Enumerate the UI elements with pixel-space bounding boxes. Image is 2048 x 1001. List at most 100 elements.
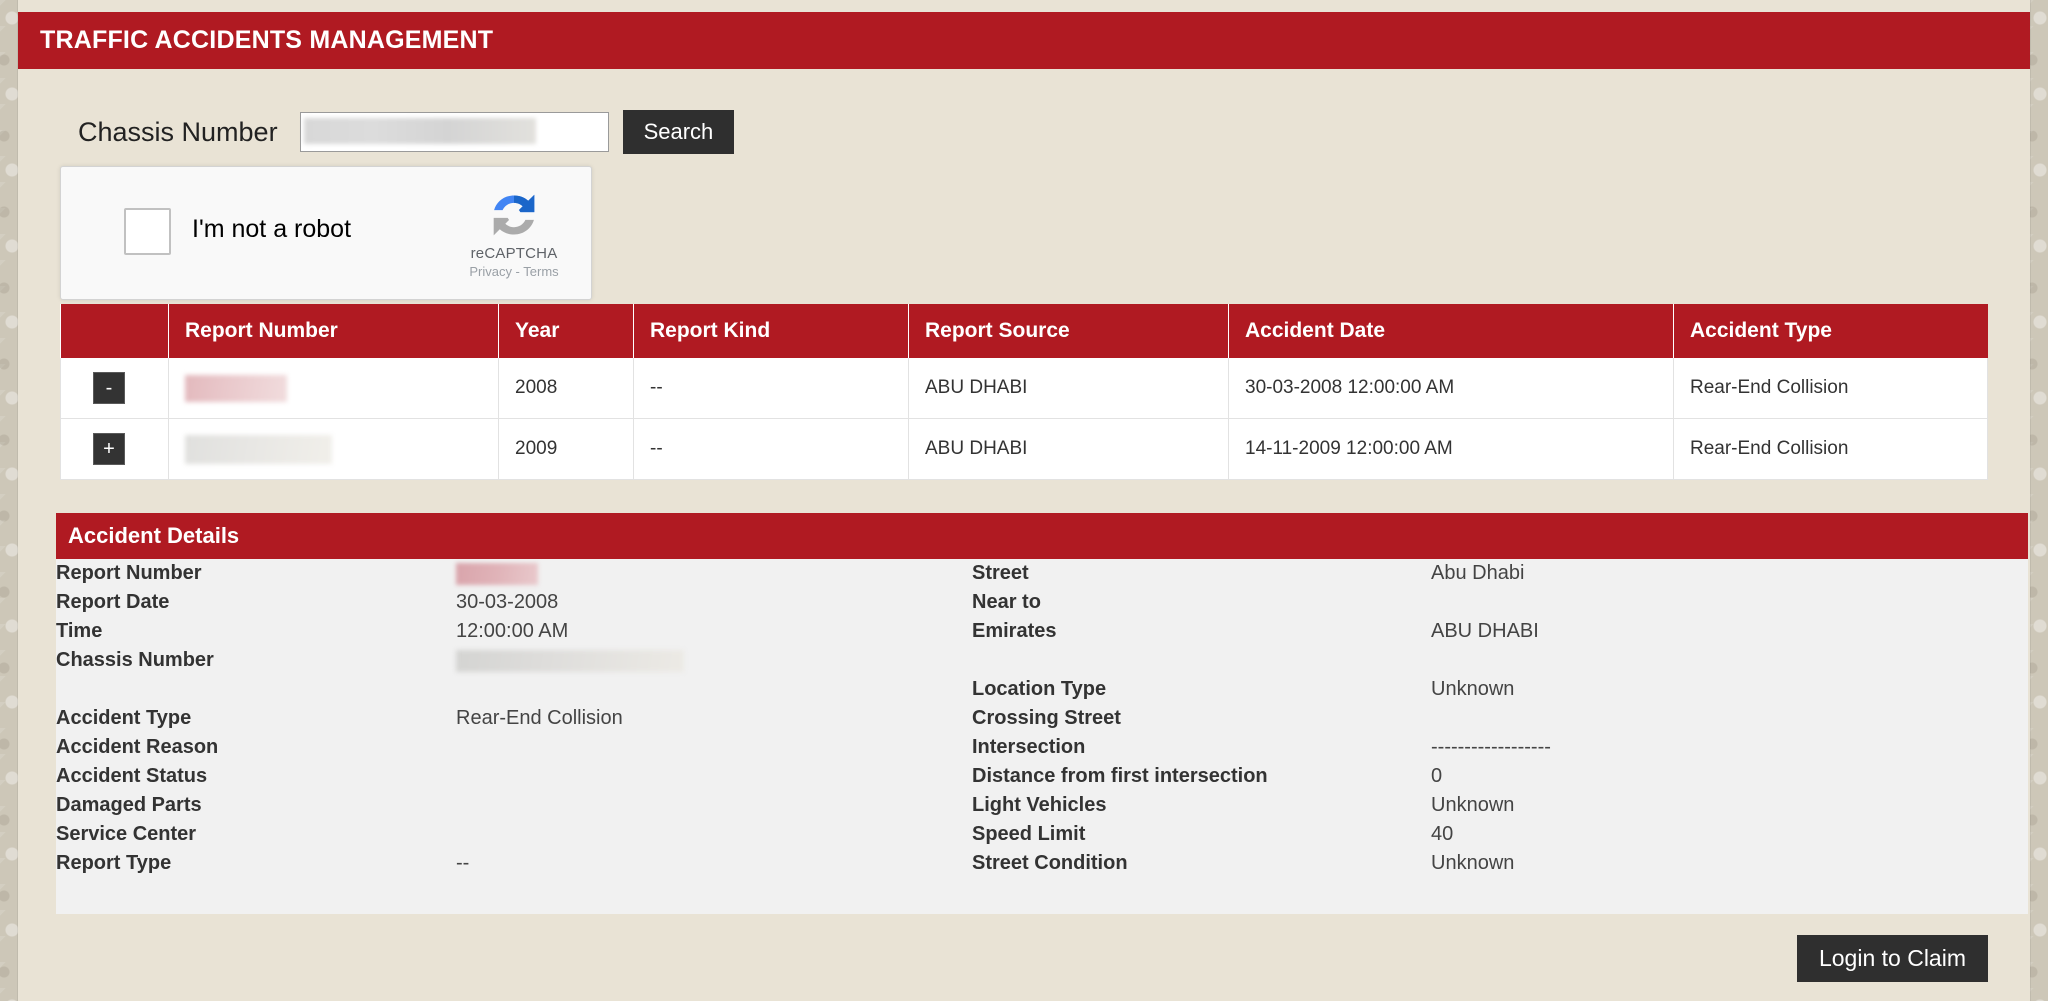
cell-year: 2009: [499, 419, 634, 480]
cell-accident-date: 14-11-2009 12:00:00 AM: [1229, 419, 1674, 480]
column-header-report-source: Report Source: [909, 304, 1229, 358]
detail-row-report-number: Report Number: [56, 559, 961, 588]
recaptcha-widget[interactable]: I'm not a robot reCAPTCHA Privacy - Term…: [60, 166, 592, 300]
column-header-accident-type: Accident Type: [1674, 304, 1988, 358]
detail-label: Light Vehicles: [961, 791, 1106, 820]
detail-row-report-date: Report Date 30-03-2008: [56, 588, 961, 617]
table-row: + 2009 -- ABU DHABI 14-11-2009 12:00:00 …: [61, 419, 1988, 480]
detail-row-time: Time 12:00:00 AM: [56, 617, 961, 646]
chassis-number-input[interactable]: [300, 112, 609, 152]
detail-value: --: [456, 849, 469, 878]
expand-row-button[interactable]: +: [93, 433, 125, 465]
login-to-claim-button[interactable]: Login to Claim: [1797, 935, 1988, 982]
detail-row-near-to: Near to: [961, 588, 2021, 617]
cell-year: 2008: [499, 358, 634, 419]
redacted-chassis-number-value: [456, 650, 684, 672]
cell-report-number: [169, 358, 499, 419]
detail-value: Unknown: [1431, 849, 1514, 878]
detail-row-spacer: [56, 675, 961, 704]
detail-label: Street: [961, 559, 1029, 588]
detail-label: Street Condition: [961, 849, 1128, 878]
detail-row-location-type: Location Type Unknown: [961, 675, 2021, 704]
redacted-report-number: [185, 375, 287, 402]
detail-row-light-vehicles: Light Vehicles Unknown: [961, 791, 2021, 820]
detail-value: ------------------: [1431, 733, 1551, 762]
detail-row-speed-limit: Speed Limit 40: [961, 820, 2021, 849]
detail-value: Abu Dhabi: [1431, 559, 1524, 588]
table-header-row: Report Number Year Report Kind Report So…: [61, 304, 1988, 358]
cell-accident-type: Rear-End Collision: [1674, 419, 1988, 480]
detail-row-accident-status: Accident Status: [56, 762, 961, 791]
accident-results-table: Report Number Year Report Kind Report So…: [60, 304, 1988, 480]
column-header-report-kind: Report Kind: [634, 304, 909, 358]
detail-label: Accident Reason: [56, 733, 218, 762]
cell-report-source: ABU DHABI: [909, 358, 1229, 419]
column-header-year: Year: [499, 304, 634, 358]
cell-accident-type: Rear-End Collision: [1674, 358, 1988, 419]
cell-report-number: [169, 419, 499, 480]
search-row: Chassis Number Search: [78, 110, 734, 154]
detail-row-service-center: Service Center: [56, 820, 961, 849]
detail-row-crossing-street: Crossing Street: [961, 704, 2021, 733]
detail-value: 40: [1431, 820, 1453, 849]
detail-value: ABU DHABI: [1431, 617, 1539, 646]
cell-accident-date: 30-03-2008 12:00:00 AM: [1229, 358, 1674, 419]
detail-label: Accident Status: [56, 762, 207, 791]
detail-row-accident-type: Accident Type Rear-End Collision: [56, 704, 961, 733]
details-left-column: Report Number Report Date 30-03-2008 Tim…: [56, 559, 961, 878]
cell-report-kind: --: [634, 419, 909, 480]
detail-value: Unknown: [1431, 791, 1514, 820]
detail-value: Unknown: [1431, 675, 1514, 704]
cell-report-kind: --: [634, 358, 909, 419]
detail-label: Report Type: [56, 849, 171, 878]
app-header: TRAFFIC ACCIDENTS MANAGEMENT: [18, 12, 2030, 69]
detail-label: Report Date: [56, 588, 169, 617]
accident-details-title: Accident Details: [56, 513, 2028, 559]
detail-value: [456, 646, 684, 675]
chassis-number-input-wrap: [300, 112, 609, 152]
row-toggle-cell: +: [61, 419, 169, 480]
detail-label: Near to: [961, 588, 1041, 617]
recaptcha-brand-name: reCAPTCHA: [453, 245, 575, 263]
detail-label: Damaged Parts: [56, 791, 202, 820]
detail-value: 30-03-2008: [456, 588, 558, 617]
detail-value: 0: [1431, 762, 1442, 791]
column-header-report-number: Report Number: [169, 304, 499, 358]
details-right-column: Street Abu Dhabi Near to Emirates ABU DH…: [961, 559, 2021, 878]
recaptcha-brand: reCAPTCHA Privacy - Terms: [453, 189, 575, 281]
detail-label: Location Type: [961, 675, 1106, 704]
detail-row-street: Street Abu Dhabi: [961, 559, 2021, 588]
detail-label: Service Center: [56, 820, 196, 849]
chassis-number-label: Chassis Number: [78, 117, 278, 148]
recaptcha-legal-links[interactable]: Privacy - Terms: [453, 264, 575, 281]
table-row: - 2008 -- ABU DHABI 30-03-2008 12:00:00 …: [61, 358, 1988, 419]
detail-row-damaged-parts: Damaged Parts: [56, 791, 961, 820]
detail-row-chassis-number: Chassis Number: [56, 646, 961, 675]
detail-row-street-condition: Street Condition Unknown: [961, 849, 2021, 878]
search-button[interactable]: Search: [623, 110, 735, 154]
detail-label: Accident Type: [56, 704, 191, 733]
detail-row-intersection: Intersection ------------------: [961, 733, 2021, 762]
accident-details-panel: Accident Details Report Number Report Da…: [56, 513, 2028, 914]
column-header-accident-date: Accident Date: [1229, 304, 1674, 358]
detail-label: Time: [56, 617, 102, 646]
page-container: TRAFFIC ACCIDENTS MANAGEMENT Chassis Num…: [18, 0, 2030, 1001]
detail-row-spacer: [961, 646, 2021, 675]
column-header-toggle: [61, 304, 169, 358]
detail-value: [456, 559, 538, 588]
cell-report-source: ABU DHABI: [909, 419, 1229, 480]
detail-row-report-type: Report Type --: [56, 849, 961, 878]
detail-label: Chassis Number: [56, 646, 214, 675]
redacted-report-number-value: [456, 563, 538, 585]
detail-label: Intersection: [961, 733, 1085, 762]
recaptcha-checkbox[interactable]: [124, 208, 171, 255]
detail-row-distance-from-first-intersection: Distance from first intersection 0: [961, 762, 2021, 791]
detail-value: Rear-End Collision: [456, 704, 623, 733]
recaptcha-logo-icon: [488, 189, 540, 241]
redacted-report-number: [185, 435, 332, 464]
collapse-row-button[interactable]: -: [93, 372, 125, 404]
detail-label: Crossing Street: [961, 704, 1121, 733]
detail-label: Emirates: [961, 617, 1057, 646]
detail-label: Distance from first intersection: [961, 762, 1268, 791]
detail-label: Report Number: [56, 559, 202, 588]
